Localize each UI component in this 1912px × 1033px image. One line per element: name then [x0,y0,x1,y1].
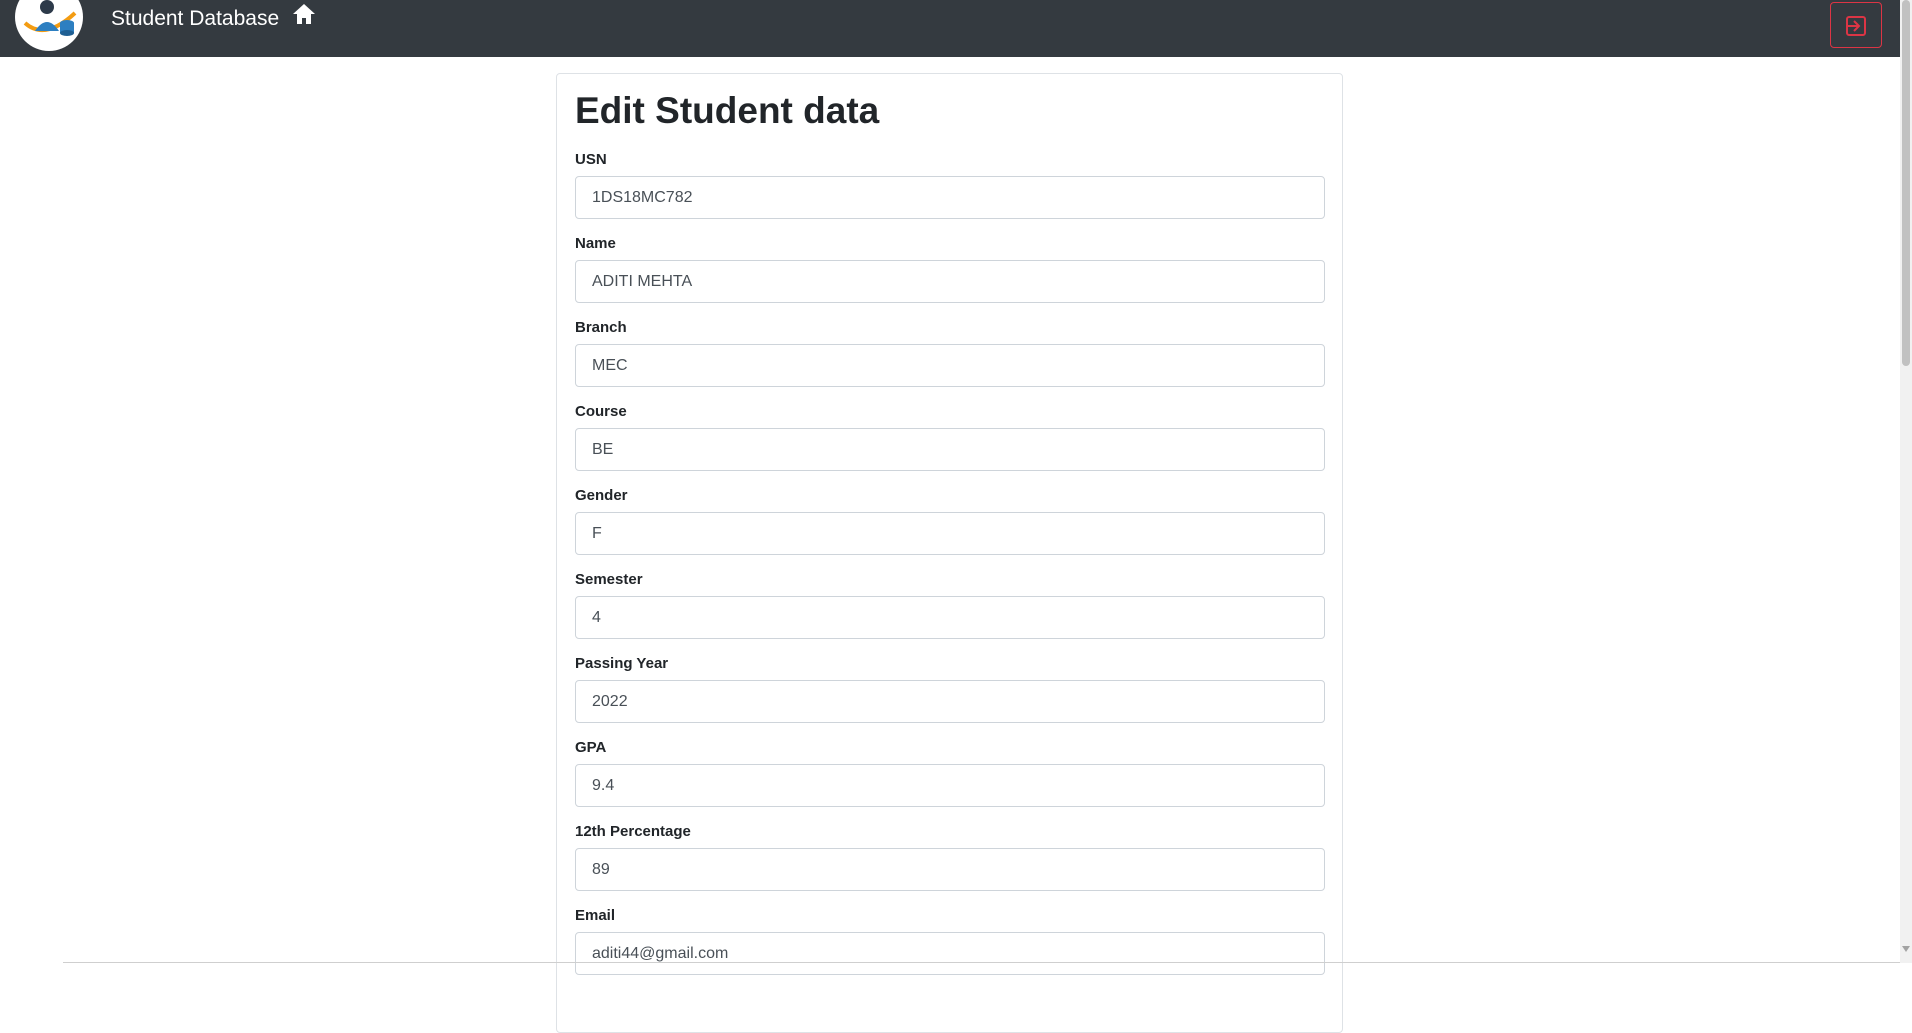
twelfth-percentage-field: 12th Percentage [575,822,1325,891]
passing-year-field: Passing Year [575,654,1325,723]
course-label: Course [575,403,627,420]
gender-field: Gender [575,486,1325,555]
branch-field: Branch [575,318,1325,387]
email-field: Email [575,906,1325,975]
twelfth-percentage-input[interactable] [575,848,1325,891]
gender-input[interactable] [575,512,1325,555]
semester-field: Semester [575,570,1325,639]
course-field: Course [575,402,1325,471]
app-logo[interactable] [15,0,83,51]
vertical-scrollbar[interactable] [1900,0,1912,963]
scroll-down-icon[interactable] [1902,946,1910,952]
gender-label: Gender [575,487,628,504]
logout-button[interactable] [1830,2,1882,48]
twelfth-percentage-label: 12th Percentage [575,823,691,840]
gpa-input[interactable] [575,764,1325,807]
course-input[interactable] [575,428,1325,471]
branch-label: Branch [575,319,627,336]
name-label: Name [575,235,616,252]
name-input[interactable] [575,260,1325,303]
scrollbar-thumb[interactable] [1902,0,1910,366]
page-title: Edit Student data [575,90,880,131]
usn-field: USN [575,150,1325,219]
email-input[interactable] [575,932,1325,975]
passing-year-label: Passing Year [575,655,669,672]
usn-label: USN [575,151,607,168]
semester-label: Semester [575,571,643,588]
semester-input[interactable] [575,596,1325,639]
usn-input[interactable] [575,176,1325,219]
branch-input[interactable] [575,344,1325,387]
home-icon[interactable] [290,1,318,27]
gpa-field: GPA [575,738,1325,807]
name-field: Name [575,234,1325,303]
top-navbar: Student Database [0,0,1900,57]
passing-year-input[interactable] [575,680,1325,723]
brand-title[interactable]: Student Database [111,7,279,31]
edit-student-card: Edit Student data USN Name Branch Course… [556,73,1343,1033]
email-label: Email [575,907,616,924]
logout-icon [1846,16,1866,36]
student-logo-icon [23,0,77,36]
gpa-label: GPA [575,739,607,756]
